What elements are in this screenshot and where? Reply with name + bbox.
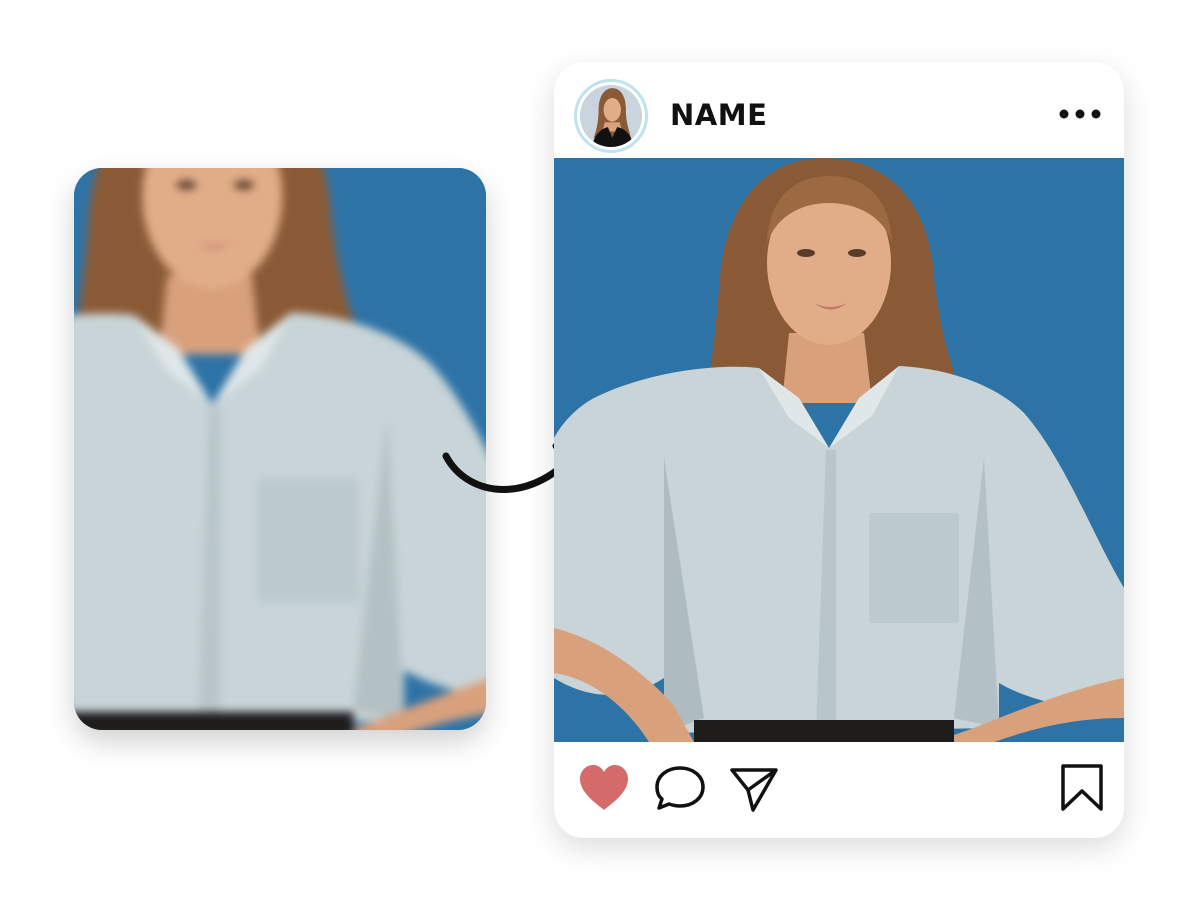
bookmark-icon[interactable]	[1058, 762, 1106, 814]
more-horizontal-icon[interactable]	[1058, 102, 1102, 126]
post-photo-image	[554, 158, 1124, 742]
post-photo[interactable]	[554, 158, 1124, 742]
avatar-image	[580, 85, 642, 147]
comment-icon[interactable]	[652, 762, 708, 814]
post-header: NAME	[554, 62, 1124, 158]
post-actions	[554, 742, 1124, 838]
send-icon[interactable]	[726, 762, 782, 814]
before-photo-image	[74, 168, 486, 730]
username[interactable]: NAME	[670, 98, 767, 132]
post-card: NAME	[554, 62, 1124, 838]
heart-icon[interactable]	[576, 762, 632, 814]
before-photo	[74, 168, 486, 730]
avatar[interactable]	[574, 79, 648, 153]
